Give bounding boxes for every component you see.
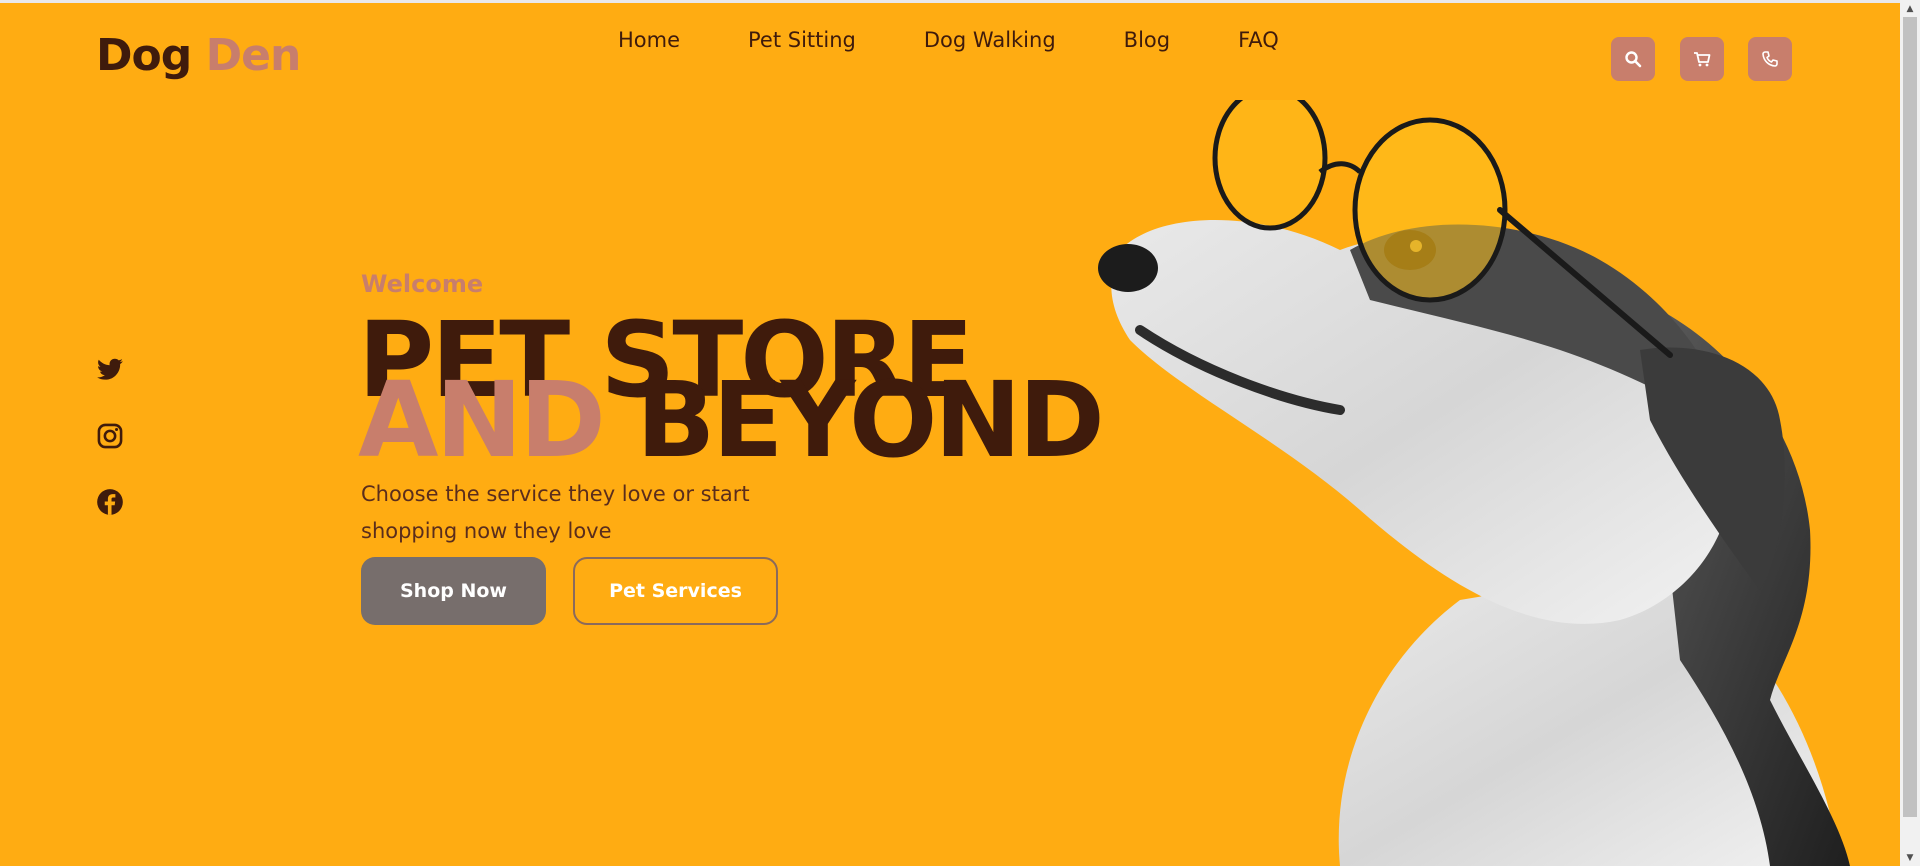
hero-title-line2: AND BEYOND — [358, 368, 1105, 472]
nav-faq[interactable]: FAQ — [1238, 28, 1279, 52]
search-icon — [1625, 51, 1642, 68]
twitter-icon[interactable] — [96, 356, 124, 384]
cart-icon — [1694, 52, 1711, 67]
dog-image — [1098, 100, 1850, 866]
main-nav: Home Pet Sitting Dog Walking Blog FAQ — [618, 28, 1279, 52]
shop-now-button[interactable]: Shop Now — [361, 557, 546, 625]
nav-blog[interactable]: Blog — [1124, 28, 1170, 52]
top-border — [0, 0, 1900, 3]
pet-services-button[interactable]: Pet Services — [573, 557, 778, 625]
logo-text-den: Den — [205, 30, 302, 81]
nav-dog-walking[interactable]: Dog Walking — [924, 28, 1056, 52]
search-button[interactable] — [1611, 37, 1655, 81]
cart-button[interactable] — [1680, 37, 1724, 81]
scrollbar-thumb[interactable] — [1903, 17, 1917, 817]
scroll-up-arrow-icon[interactable]: ▲ — [1900, 0, 1920, 17]
vertical-scrollbar[interactable]: ▲ ▼ — [1900, 0, 1920, 866]
logo[interactable]: Dog Den — [96, 30, 302, 81]
phone-icon — [1762, 51, 1778, 67]
nav-pet-sitting[interactable]: Pet Sitting — [748, 28, 856, 52]
nav-home[interactable]: Home — [618, 28, 680, 52]
hero-title-beyond: BEYOND — [636, 359, 1105, 481]
hero-subtitle: Choose the service they love or start sh… — [361, 482, 750, 543]
facebook-icon[interactable] — [96, 488, 124, 516]
hero-page: Dog Den Home Pet Sitting Dog Walking Blo… — [0, 0, 1900, 866]
scroll-down-arrow-icon[interactable]: ▼ — [1900, 849, 1920, 866]
phone-button[interactable] — [1748, 37, 1792, 81]
instagram-icon[interactable] — [96, 422, 124, 450]
welcome-label: Welcome — [361, 270, 484, 298]
logo-text-dog: Dog — [96, 30, 192, 81]
hero-title-and: AND — [358, 359, 606, 481]
